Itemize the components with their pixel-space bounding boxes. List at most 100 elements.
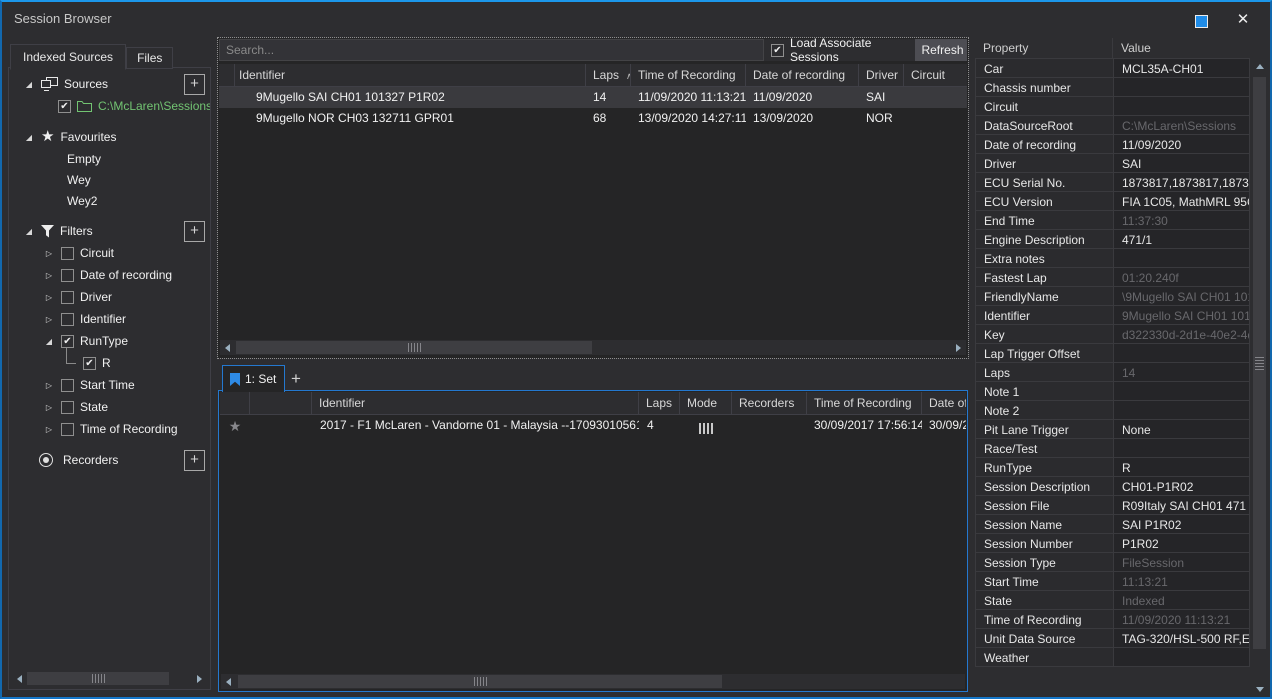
property-value[interactable]: SAI [1114, 154, 1249, 172]
column-header-date[interactable]: Date of recording [746, 64, 859, 86]
set-hscrollbar[interactable] [221, 674, 965, 689]
tree-item-filters[interactable]: Filters + [9, 220, 210, 242]
favourite-item[interactable]: Wey2 [9, 190, 210, 211]
property-value[interactable] [1114, 648, 1249, 666]
scrollbar-track[interactable] [236, 674, 965, 689]
property-row[interactable]: End Time 11:37:30 [975, 210, 1250, 230]
column-header-time[interactable]: Time of Recording [807, 392, 922, 414]
filter-checkbox[interactable] [61, 335, 74, 348]
property-value[interactable]: None [1114, 420, 1249, 438]
property-row[interactable]: RunType R [975, 457, 1250, 477]
column-header-laps[interactable]: Laps [639, 392, 680, 414]
recorders-radio-icon[interactable] [39, 453, 53, 467]
property-row[interactable]: Start Time 11:13:21 [975, 571, 1250, 591]
property-value[interactable]: 01:20.240f [1114, 268, 1249, 286]
property-row[interactable]: Unit Data Source TAG-320/HSL-500 RF,Eth [975, 628, 1250, 648]
property-row[interactable]: Identifier 9Mugello SAI CH01 1013 [975, 305, 1250, 325]
value-column-header[interactable]: Value [1113, 38, 1250, 58]
favourite-item[interactable]: Wey [9, 169, 210, 190]
source-path-checkbox[interactable] [58, 100, 71, 113]
filter-checkbox[interactable] [61, 401, 74, 414]
property-value[interactable]: 11/09/2020 [1114, 135, 1249, 153]
tree-item-sources[interactable]: Sources + [9, 73, 210, 95]
column-header-circuit[interactable]: Circuit [904, 64, 967, 86]
property-value[interactable]: MCL35A-CH01 [1114, 59, 1249, 77]
property-value[interactable]: d322330d-2d1e-40e2-4d4 [1114, 325, 1249, 343]
property-value[interactable] [1114, 78, 1249, 96]
tree-item-source-path[interactable]: C:\McLaren\Sessions [9, 95, 210, 117]
expander-icon[interactable] [43, 403, 55, 412]
filter-item[interactable]: Time of Recording [9, 418, 210, 440]
property-column-header[interactable]: Property [975, 38, 1113, 58]
property-row[interactable]: Driver SAI [975, 153, 1250, 173]
property-value[interactable]: CH01-P1R02 [1114, 477, 1249, 495]
property-value[interactable] [1114, 382, 1249, 400]
property-row[interactable]: Note 2 [975, 400, 1250, 420]
property-value[interactable]: R [1114, 458, 1249, 476]
property-value[interactable]: 1873817,1873817,1873817 [1114, 173, 1249, 191]
property-row[interactable]: Session Name SAI P1R02 [975, 514, 1250, 534]
scroll-left-button[interactable] [12, 671, 27, 686]
sidebar-hscrollbar[interactable] [12, 671, 207, 686]
property-value[interactable]: FileSession [1114, 553, 1249, 571]
property-value[interactable]: 14 [1114, 363, 1249, 381]
search-input[interactable] [219, 39, 764, 61]
tab-files[interactable]: Files [126, 47, 173, 69]
column-header-date[interactable]: Date of recording [922, 392, 966, 414]
property-row[interactable]: Car MCL35A-CH01 [975, 59, 1250, 78]
properties-vscrollbar[interactable] [1252, 59, 1267, 697]
property-row[interactable]: Circuit [975, 96, 1250, 116]
filter-checkbox[interactable] [61, 379, 74, 392]
filter-item[interactable]: Identifier [9, 308, 210, 330]
expander-icon[interactable] [43, 381, 55, 390]
property-value[interactable] [1114, 344, 1249, 362]
expander-icon[interactable] [43, 315, 55, 324]
scrollbar-track[interactable] [235, 340, 951, 355]
maximize-button[interactable] [1184, 8, 1218, 30]
property-value[interactable] [1114, 97, 1249, 115]
property-row[interactable]: Engine Description 471/1 [975, 229, 1250, 249]
property-row[interactable]: Chassis number [975, 77, 1250, 97]
filter-item[interactable]: Start Time [9, 374, 210, 396]
expander-icon[interactable] [43, 249, 55, 258]
session-row[interactable]: 9Mugello NOR CH03 132711 GPR01 68 13/09/… [219, 108, 967, 129]
expander-icon[interactable] [43, 271, 55, 280]
expander-icon[interactable] [43, 337, 55, 346]
filter-checkbox[interactable] [61, 313, 74, 326]
property-row[interactable]: Session File R09Italy SAI CH01 471 1 2 [975, 495, 1250, 515]
property-value[interactable]: C:\McLaren\Sessions [1114, 116, 1249, 134]
scrollbar-track[interactable] [27, 671, 192, 686]
property-row[interactable]: State Indexed [975, 590, 1250, 610]
add-filter-button[interactable]: + [184, 221, 205, 242]
filter-checkbox[interactable] [61, 269, 74, 282]
column-header-identifier[interactable]: Identifier [235, 64, 586, 86]
expander-icon[interactable] [23, 133, 35, 142]
property-value[interactable]: 9Mugello SAI CH01 1013 [1114, 306, 1249, 324]
filter-checkbox[interactable] [83, 357, 96, 370]
expander-icon[interactable] [43, 293, 55, 302]
filter-item[interactable]: Circuit [9, 242, 210, 264]
property-row[interactable]: Session Number P1R02 [975, 533, 1250, 553]
tab-indexed-sources[interactable]: Indexed Sources [10, 44, 126, 70]
scroll-right-button[interactable] [951, 340, 966, 355]
column-header-driver[interactable]: Driver [859, 64, 904, 86]
close-button[interactable]: ✕ [1226, 8, 1260, 30]
property-row[interactable]: Laps 14 [975, 362, 1250, 382]
property-row[interactable]: Note 1 [975, 381, 1250, 401]
tree-item-favourites[interactable]: ★ Favourites [9, 126, 210, 148]
add-recorder-button[interactable]: + [184, 450, 205, 471]
property-row[interactable]: Weather [975, 647, 1250, 667]
scroll-up-button[interactable] [1252, 59, 1267, 74]
load-associate-checkbox[interactable] [771, 44, 784, 57]
scrollbar-thumb[interactable] [27, 672, 169, 685]
property-row[interactable]: Lap Trigger Offset [975, 343, 1250, 363]
property-row[interactable]: Key d322330d-2d1e-40e2-4d4 [975, 324, 1250, 344]
refresh-button[interactable]: Refresh [915, 39, 967, 61]
property-row[interactable]: Date of recording 11/09/2020 [975, 134, 1250, 154]
property-value[interactable]: 11:37:30 [1114, 211, 1249, 229]
tree-item-recorders[interactable]: Recorders + [9, 449, 210, 471]
property-row[interactable]: Session Description CH01-P1R02 [975, 476, 1250, 496]
property-value[interactable]: R09Italy SAI CH01 471 1 2 [1114, 496, 1249, 514]
column-header-laps[interactable]: Laps∧ [586, 64, 631, 86]
property-row[interactable]: FriendlyName \9Mugello SAI CH01 101 [975, 286, 1250, 306]
